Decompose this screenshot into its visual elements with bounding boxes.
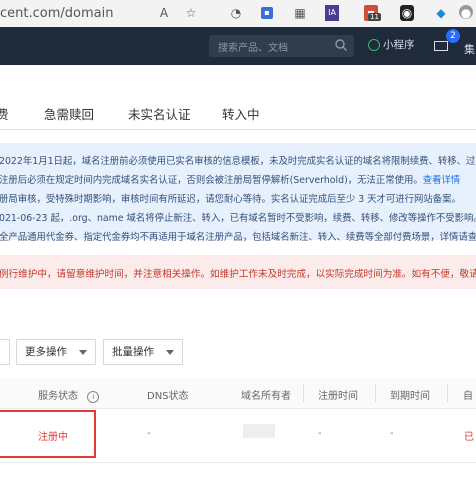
- notice-line-2: 注册后必须在规定时间内完成域名实名认证，否则会被注册局暂停解析(Serverho…: [0, 175, 460, 187]
- column-header-exp-time: 到期时间: [390, 391, 430, 402]
- domain-tabs: 费 急需赎回 未实名认证 转入中: [0, 104, 476, 130]
- info-icon[interactable]: i: [87, 391, 100, 403]
- column-header-reg-time: 注册时间: [318, 391, 358, 402]
- extension-badge: 11: [368, 13, 381, 21]
- address-bar[interactable]: cent.com/domain: [0, 6, 113, 21]
- column-header-status: 服务状态 i: [38, 387, 100, 403]
- column-divider: [375, 384, 376, 402]
- read-aloud-icon[interactable]: A: [156, 5, 172, 21]
- column-header-auto: 自: [463, 391, 473, 402]
- row-owner-blurred: [243, 424, 275, 438]
- search-icon[interactable]: [334, 38, 348, 52]
- column-divider: [303, 384, 304, 402]
- extension-doc-icon[interactable]: ▪: [261, 7, 273, 19]
- notice-line-3: 册局审核，受特殊时期影响，审核时间有所延迟，请您耐心等待。实名认证完成后至少 3…: [0, 194, 461, 205]
- notice-line-1: 2022年1月1日起，域名注册前必须使用已实名审核的信息模板，未及时完成实名认证…: [0, 156, 476, 167]
- search-input[interactable]: 搜索产品、文档: [218, 39, 288, 54]
- extension-shield-icon[interactable]: ◆: [433, 5, 449, 21]
- info-notice: 2022年1月1日起，域名注册前必须使用已实名审核的信息模板，未及时完成实名认证…: [0, 143, 476, 243]
- chevron-down-icon: [166, 350, 174, 355]
- more-actions-label: 更多操作: [25, 346, 67, 358]
- browser-toolbar: cent.com/domain A ☆ ◔ ▪ ▦ IA ▪ 11 ◉ ◆ ●: [0, 0, 476, 28]
- extension-dark-icon[interactable]: ◉: [400, 5, 414, 21]
- tab-unverified[interactable]: 未实名认证: [128, 104, 191, 123]
- column-header-owner: 域名所有者: [241, 391, 291, 402]
- table-header: 服务状态 i DNS状态 域名所有者 注册时间 到期时间 自: [0, 378, 476, 409]
- column-divider: [447, 384, 448, 402]
- notice-line-4: 021-06-23 起，.org、name 域名将停止新注、转入，已有域名暂时不…: [0, 213, 476, 224]
- left-action-button[interactable]: [0, 339, 10, 365]
- chevron-down-icon: [79, 350, 87, 355]
- extension-grid-icon[interactable]: ▦: [292, 5, 308, 21]
- status-highlight-box: [0, 410, 96, 458]
- miniapp-icon: [368, 39, 380, 51]
- header-right-menu[interactable]: 集: [464, 41, 475, 57]
- batch-actions-label: 批量操作: [112, 346, 154, 358]
- tab-urgent-redeem[interactable]: 急需赎回: [44, 104, 94, 123]
- extension-ia-icon[interactable]: IA: [325, 5, 339, 21]
- extension-cat-icon[interactable]: ◔: [228, 5, 244, 21]
- batch-actions-dropdown[interactable]: 批量操作: [103, 339, 183, 365]
- row-exp-time: -: [390, 428, 394, 439]
- message-count-badge: 2: [446, 29, 460, 43]
- console-top-nav: 搜索产品、文档 小程序: [0, 27, 476, 65]
- tab-expiring[interactable]: 费: [0, 104, 9, 123]
- row-dns-status: -: [147, 428, 151, 439]
- maintenance-warning: 例行维护中，请留意维护时间，并注意相关操作。如维护工作未及时完成，以实际完成时间…: [0, 255, 476, 289]
- favorite-star-icon[interactable]: ☆: [183, 5, 199, 21]
- column-header-dns: DNS状态: [147, 391, 189, 402]
- mail-icon[interactable]: [434, 41, 448, 51]
- notice-line-5: 全产品通用代金券、指定代金券均不再适用于域名注册产品，包括域名新注、转入、续费等…: [0, 232, 476, 243]
- more-actions-dropdown[interactable]: 更多操作: [16, 339, 96, 365]
- profile-avatar-icon[interactable]: ●: [459, 5, 473, 20]
- search-box[interactable]: 搜索产品、文档: [209, 35, 354, 57]
- tabs-divider: [0, 129, 476, 130]
- row-auto-renew: 已: [464, 432, 474, 443]
- notice-details-link[interactable]: 查看详情: [423, 175, 461, 186]
- row-reg-time: -: [318, 428, 322, 439]
- notice-line-2-text: 注册后必须在规定时间内完成域名实名认证，否则会被注册局暂停解析(Serverho…: [0, 175, 423, 186]
- tab-transferring[interactable]: 转入中: [222, 104, 260, 123]
- warning-text: 例行维护中，请留意维护时间，并注意相关操作。如维护工作未及时完成，以实际完成时间…: [0, 269, 476, 280]
- miniapp-label: 小程序: [383, 39, 415, 51]
- miniapp-button[interactable]: 小程序: [368, 37, 415, 55]
- table-bottom-border: [0, 462, 476, 463]
